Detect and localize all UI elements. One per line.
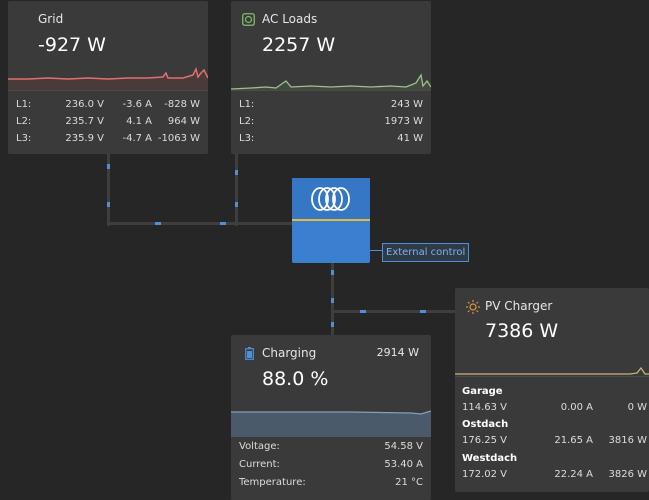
- flow-dot: [235, 202, 238, 207]
- ac-loads-row-l2: L2: 1973 W: [231, 116, 431, 132]
- battery-value: 21 °C: [395, 477, 423, 488]
- power-value: 41 W: [397, 133, 423, 144]
- phase-label: L3:: [16, 133, 32, 144]
- battery-row-temperature: Temperature: 21 °C: [231, 477, 431, 493]
- battery-row-voltage: Voltage: 54.58 V: [231, 441, 431, 457]
- grid-row-l3: L3: 235.9 V -4.7 A -1063 W: [8, 133, 208, 149]
- grid-title: Grid: [38, 12, 64, 26]
- pv-section-row: 176.25 V 21.65 A 3816 W: [455, 435, 649, 451]
- power-value: 243 W: [390, 99, 423, 110]
- power-value: -1063 W: [157, 133, 200, 144]
- grid-sparkline: [8, 66, 208, 91]
- battery-sparkline: [231, 410, 431, 437]
- pv-charger-power-value: 7386 W: [485, 320, 559, 342]
- current-value: -3.6 A: [122, 99, 152, 110]
- flow-dot: [331, 298, 334, 303]
- pv-section-row: 172.02 V 22.24 A 3826 W: [455, 469, 649, 485]
- ac-loads-divider: [231, 90, 431, 91]
- pv-power: 3826 W: [608, 469, 647, 480]
- power-value: -828 W: [164, 99, 200, 110]
- pv-charger-card[interactable]: PV Charger 7386 W Garage 114.63 V 0.00 A…: [455, 288, 649, 492]
- pv-charger-title: PV Charger: [485, 299, 553, 313]
- flow-dot: [331, 322, 334, 327]
- flow-dot: [220, 222, 226, 225]
- sun-icon: [466, 300, 480, 314]
- battery-icon: [245, 347, 254, 360]
- pv-connection-line: [331, 310, 455, 313]
- phase-label: L2:: [239, 116, 255, 127]
- ac-loads-row-l3: L3: 41 W: [231, 133, 431, 149]
- ac-loads-row-l1: L1: 243 W: [231, 99, 431, 115]
- pv-charger-divider: [455, 376, 649, 377]
- ac-loads-sparkline: [231, 73, 431, 91]
- victron-logo-icon: [311, 187, 350, 211]
- pv-power: 0 W: [627, 402, 647, 413]
- battery-label: Temperature:: [239, 477, 306, 488]
- battery-value: 54.58 V: [384, 441, 423, 452]
- flow-dot: [360, 310, 366, 313]
- pv-voltage: 172.02 V: [462, 469, 508, 480]
- voltage-value: 235.7 V: [65, 116, 104, 127]
- pv-section-row: 114.63 V 0.00 A 0 W: [455, 402, 649, 418]
- flow-dot: [331, 270, 334, 275]
- pv-current: 0.00 A: [560, 402, 593, 413]
- ac-loads-card[interactable]: AC Loads 2257 W L1: 243 W L2: 1973 W L3:…: [231, 1, 431, 154]
- ac-loads-title: AC Loads: [262, 12, 318, 26]
- flow-dot: [420, 310, 426, 313]
- phase-label: L1:: [239, 99, 255, 110]
- flow-dot: [235, 170, 238, 175]
- battery-state-title: Charging: [262, 346, 317, 360]
- pv-voltage: 114.63 V: [462, 402, 508, 413]
- acloads-connection-line: [235, 154, 238, 226]
- pv-section-name: Ostdach: [462, 419, 509, 430]
- grid-divider: [8, 90, 208, 91]
- phase-label: L2:: [16, 116, 32, 127]
- phase-label: L1:: [16, 99, 32, 110]
- flow-dot: [107, 202, 110, 207]
- pv-charger-sparkline: [455, 366, 649, 375]
- bus-line-horizontal: [107, 222, 293, 225]
- current-value: -4.7 A: [122, 133, 152, 144]
- battery-row-current: Current: 53.40 A: [231, 459, 431, 475]
- external-control-link: [369, 250, 382, 251]
- battery-value: 53.40 A: [384, 459, 423, 470]
- flow-dot: [155, 222, 161, 225]
- phase-label: L3:: [239, 133, 255, 144]
- battery-power-value: 2914 W: [376, 346, 419, 359]
- grid-card[interactable]: Grid -927 W L1: 236.0 V -3.6 A -828 W L2…: [8, 1, 208, 154]
- pv-current: 22.24 A: [554, 469, 593, 480]
- battery-label: Voltage:: [239, 441, 280, 452]
- pv-voltage: 176.25 V: [462, 435, 508, 446]
- battery-soc-value: 88.0 %: [262, 368, 329, 390]
- power-value: 1973 W: [384, 116, 423, 127]
- voltage-value: 235.9 V: [65, 133, 104, 144]
- pv-section-name: Westdach: [462, 453, 518, 464]
- voltage-value: 236.0 V: [65, 99, 104, 110]
- pv-current: 21.65 A: [554, 435, 593, 446]
- flow-dot: [107, 164, 110, 169]
- inverter-charger-tile[interactable]: [292, 178, 370, 263]
- pv-power: 3816 W: [608, 435, 647, 446]
- battery-label: Current:: [239, 459, 280, 470]
- external-control-label[interactable]: External control: [382, 243, 470, 262]
- grid-row-l2: L2: 235.7 V 4.1 A 964 W: [8, 116, 208, 132]
- power-value: 964 W: [167, 116, 200, 127]
- battery-card[interactable]: Charging 2914 W 88.0 % Voltage: 54.58 V …: [231, 335, 431, 500]
- ac-loads-icon: [242, 13, 255, 26]
- pv-section-name: Garage: [462, 386, 503, 397]
- inverter-stripe: [292, 219, 370, 221]
- grid-row-l1: L1: 236.0 V -3.6 A -828 W: [8, 99, 208, 115]
- current-value: 4.1 A: [126, 116, 152, 127]
